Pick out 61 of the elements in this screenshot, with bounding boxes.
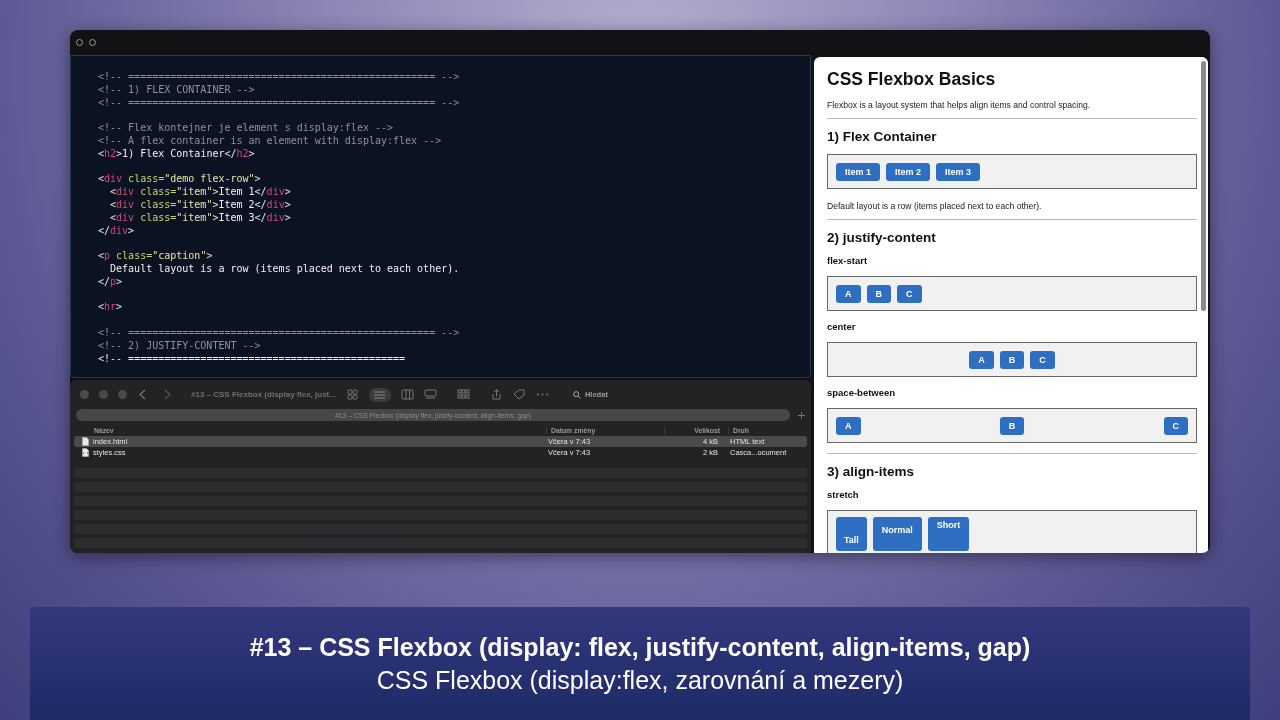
tag-icon[interactable] [512, 389, 526, 400]
code-line: <div class="item">Item 3</div> [109, 211, 292, 225]
scrollbar[interactable] [1201, 61, 1206, 311]
code-line: <hr> [98, 301, 124, 315]
flex-item: Item 3 [936, 162, 981, 181]
section-heading: 3) align-items [827, 464, 916, 479]
code-line: <!-- A flex container is an element with display:flex --> [98, 135, 443, 148]
code-line: <!-- 2) JUSTIFY-CONTENT --> [98, 339, 262, 353]
paragraph: Default layout is a row (items placed next to each other). [827, 201, 1043, 211]
page-heading: CSS Flexbox Basics [827, 69, 997, 90]
list-view-icon[interactable] [368, 387, 391, 402]
window-control-icon[interactable] [99, 390, 108, 399]
flex-item: Item 1 [836, 162, 880, 181]
code-line: <h2>1) Flex Container</h2> [98, 147, 256, 161]
search-icon [572, 390, 581, 399]
document-icon [82, 437, 89, 446]
code-line: </div> [98, 224, 136, 238]
flex-item: B [999, 416, 1025, 435]
window-title: #13 – CSS Flexbox (display flex, just... [191, 390, 336, 399]
section-heading: 1) Flex Container [827, 129, 938, 144]
demo-label: stretch [827, 489, 860, 500]
code-file-icon [82, 448, 89, 457]
video-title: #13 – CSS Flexbox (display: flex, justify-content, align-items, gap) [249, 632, 1031, 662]
flex-item: B [999, 350, 1025, 369]
code-line: <!-- ============================================== [98, 352, 407, 366]
flex-item: A [836, 416, 861, 435]
code-line: <!-- 1) FLEX CONTAINER --> [98, 83, 256, 97]
code-line: <div class="item">Item 2</div> [109, 198, 292, 212]
window-control-icon[interactable] [118, 390, 127, 399]
flex-item: Item 2 [886, 162, 931, 181]
flex-item: Tall [836, 517, 867, 551]
columns-view-icon[interactable] [400, 389, 414, 400]
code-line: <!-- Flex kontejner je element s display:flex --> [98, 122, 394, 135]
paragraph: Flexbox is a layout system that helps align items and control spacing. [827, 100, 1092, 110]
share-icon[interactable] [489, 389, 503, 400]
window-control-icon[interactable] [80, 390, 89, 399]
gallery-view-icon[interactable] [423, 389, 437, 400]
section-heading: 2) justify-content [827, 230, 937, 245]
code-line: <!-- =================================================== --> [98, 326, 461, 340]
code-line: <div class="demo flex-row"> [98, 173, 262, 187]
group-icon[interactable] [456, 389, 470, 400]
grid-view-icon[interactable] [345, 389, 359, 400]
demo-label: center [827, 321, 857, 332]
code-line: Default layout is a row (items placed next to each other). [109, 262, 461, 276]
flex-item: C [897, 284, 922, 303]
code-line: <!-- =================================================== --> [98, 71, 461, 84]
code-line: </p> [98, 275, 124, 289]
flex-item: A [969, 350, 994, 369]
video-subtitle: CSS Flexbox (display:flex, zarovnání a mezery) [376, 665, 904, 695]
flex-item: A [836, 284, 861, 303]
flex-item: B [866, 284, 891, 303]
demo-label: space-between [827, 387, 897, 398]
flex-item: C [1163, 416, 1188, 435]
add-tab-icon[interactable] [798, 411, 805, 419]
flex-item: Short [927, 517, 970, 551]
demo-label: flex-start [827, 255, 869, 266]
code-line: <div class="item">Item 1</div> [109, 186, 292, 199]
code-line: <p class="caption"> [98, 250, 214, 263]
flex-item: Normal [872, 517, 922, 551]
flex-item: C [1030, 350, 1055, 369]
code-line: <!-- =================================================== --> [98, 96, 461, 110]
